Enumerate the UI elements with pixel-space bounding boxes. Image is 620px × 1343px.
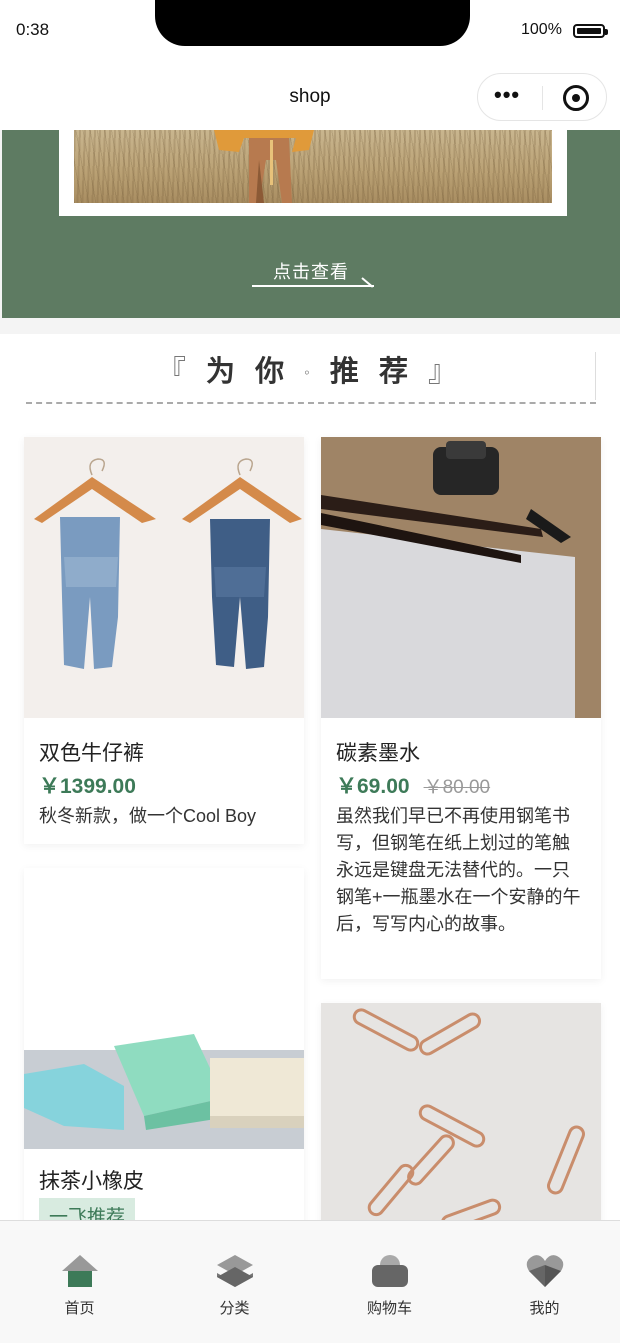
dashed-divider xyxy=(26,402,596,404)
product-name: 抹茶小橡皮 xyxy=(39,1170,144,1193)
product-card[interactable]: 双色牛仔裤 ￥1399.00 秋冬新款，做一个Cool Boy xyxy=(24,437,304,844)
product-desc: 秋冬新款，做一个Cool Boy xyxy=(39,806,257,826)
battery-percent: 100% xyxy=(521,21,562,38)
status-time: 0:38 xyxy=(16,20,50,39)
tab-label: 分类 xyxy=(219,1300,250,1317)
original-price: ￥80.00 xyxy=(423,777,491,798)
product-name: 碳素墨水 xyxy=(336,742,420,765)
product-name: 双色牛仔裤 xyxy=(39,742,144,765)
title-text-b: 推 荐 xyxy=(329,356,414,388)
link-underline xyxy=(252,285,374,287)
capsule-divider xyxy=(542,86,543,110)
tab-label: 购物车 xyxy=(366,1300,412,1317)
heart-icon xyxy=(526,1255,564,1287)
tab-category[interactable]: 分类 xyxy=(157,1221,312,1343)
section-title: 『 为 你 ◦ 推 荐 』 xyxy=(0,348,620,390)
title-text-a: 为 你 xyxy=(206,356,291,388)
title-bracket-left: 『 xyxy=(156,356,192,388)
banner-photo xyxy=(74,130,552,203)
tab-mine[interactable]: 我的 xyxy=(467,1221,620,1343)
home-icon xyxy=(62,1255,98,1287)
tab-label: 我的 xyxy=(529,1300,560,1317)
title-dot: ◦ xyxy=(304,364,316,382)
product-price: ￥69.00 ￥80.00 xyxy=(336,770,490,800)
product-card[interactable] xyxy=(321,1003,601,1233)
promo-banner[interactable]: 点击查看 xyxy=(2,130,620,318)
more-icon[interactable]: ••• xyxy=(494,82,520,108)
tab-bar: 首页 分类 购物车 我的 xyxy=(0,1220,620,1343)
tab-cart[interactable]: 购物车 xyxy=(312,1221,467,1343)
tab-home[interactable]: 首页 xyxy=(2,1221,157,1343)
close-miniapp-icon[interactable] xyxy=(563,85,589,111)
product-image xyxy=(24,437,304,718)
product-image xyxy=(321,1003,601,1233)
category-icon xyxy=(217,1255,253,1287)
title-bracket-right: 』 xyxy=(428,356,464,388)
product-card[interactable]: 碳素墨水 ￥69.00 ￥80.00 虽然我们早已不再使用钢笔书写，但钢笔在纸上划… xyxy=(321,437,601,979)
view-more-link[interactable]: 点击查看 xyxy=(2,258,620,284)
current-price: ￥69.00 xyxy=(336,775,410,798)
model-figure xyxy=(214,130,314,203)
tab-label: 首页 xyxy=(64,1300,95,1317)
product-card[interactable]: 抹茶小橡皮 一飞推荐 xyxy=(24,868,304,1228)
miniapp-capsule: ••• xyxy=(477,73,607,121)
product-price: ￥1399.00 xyxy=(39,775,136,798)
battery-icon xyxy=(573,24,608,38)
nav-bar: shop ••• xyxy=(0,62,620,130)
banner-photo-frame xyxy=(59,130,567,216)
device-notch xyxy=(155,0,470,46)
product-image xyxy=(321,437,601,718)
product-desc: 虽然我们早已不再使用钢笔书写，但钢笔在纸上划过的笔触永远是键盘无法替代的。一只钢… xyxy=(336,806,581,934)
cart-icon xyxy=(372,1255,408,1287)
product-image xyxy=(24,868,304,1149)
title-divider xyxy=(595,352,596,400)
